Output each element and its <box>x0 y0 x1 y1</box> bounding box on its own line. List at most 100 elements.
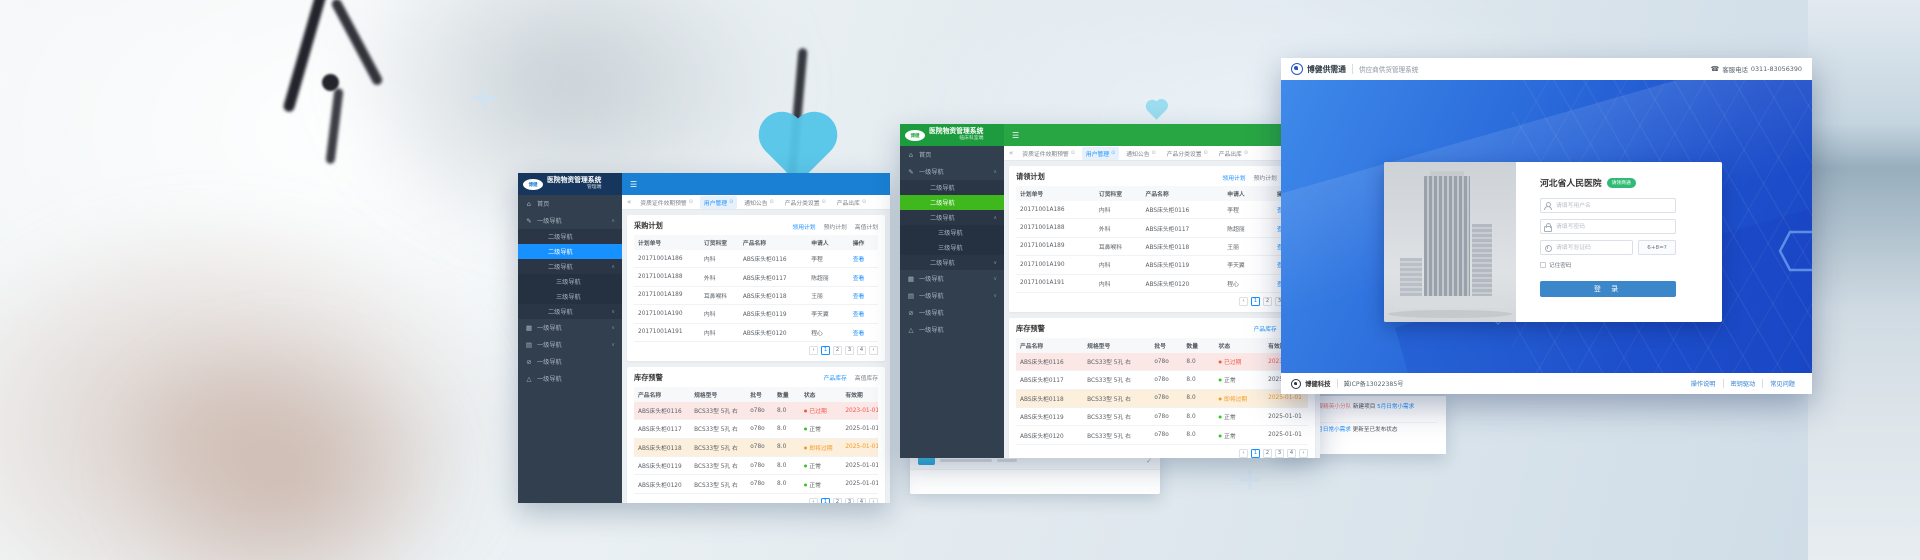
page-button[interactable]: 2 <box>1263 449 1272 458</box>
page-button[interactable]: ‹ <box>1239 297 1248 306</box>
tab-close-icon[interactable] <box>770 199 774 205</box>
sidebar-item[interactable]: 三级导航 <box>518 274 622 289</box>
sidebar-item[interactable]: 三级导航 <box>900 225 1004 240</box>
sidebar-item[interactable]: 三级导航 <box>518 289 622 304</box>
tab[interactable]: 产品出库 <box>833 196 870 209</box>
page-button[interactable]: 3 <box>845 498 854 503</box>
stock-filter-link[interactable]: 高值库存 <box>855 373 878 382</box>
tab-close-icon[interactable] <box>1204 150 1208 156</box>
captcha-input[interactable] <box>1540 240 1633 255</box>
page-button[interactable]: 2 <box>833 498 842 503</box>
company-name: 博健科技 <box>1305 379 1338 388</box>
footer-link[interactable]: 操作说明 <box>1684 379 1723 388</box>
collapse-icon[interactable] <box>1009 149 1013 157</box>
page-button[interactable]: 3 <box>845 346 854 355</box>
sidebar-item[interactable]: 二级导航 <box>900 195 1004 210</box>
page-button[interactable]: 2 <box>833 346 842 355</box>
sidebar-item[interactable]: 二级导航 <box>518 244 622 259</box>
tab[interactable]: 用户管理 <box>700 196 737 209</box>
footer-link[interactable]: 密钥驱动 <box>1723 379 1763 388</box>
tab[interactable]: 产品分类设置 <box>781 196 830 209</box>
sidebar-item[interactable]: 一级导航 <box>518 353 622 370</box>
tab-close-icon[interactable] <box>1152 150 1156 156</box>
tab[interactable]: 用户管理 <box>1082 147 1119 160</box>
sidebar-item[interactable]: 一级导航 <box>900 270 1004 287</box>
view-link[interactable]: 查看 <box>853 294 865 300</box>
captcha-question[interactable]: 6+8=? <box>1638 240 1676 255</box>
tab-close-icon[interactable] <box>1244 150 1248 156</box>
tab-close-icon[interactable] <box>1071 150 1075 156</box>
view-link[interactable]: 查看 <box>853 257 865 263</box>
sidebar-item[interactable]: 一级导航 <box>900 287 1004 304</box>
page-button[interactable]: 1 <box>821 498 830 503</box>
cell: o78o <box>746 457 773 475</box>
sidebar-item[interactable]: 一级导航 <box>518 370 622 387</box>
username-input[interactable] <box>1540 198 1676 213</box>
sidebar-item[interactable]: 二级导航 <box>900 255 1004 270</box>
stock-filter-link[interactable]: 产品库存 <box>824 373 847 382</box>
activity-target-link[interactable]: 5月日常小需求 <box>1377 404 1414 410</box>
sidebar-item[interactable]: 首页 <box>518 195 622 212</box>
cell: BCS33型 5孔 右 <box>1083 371 1150 389</box>
sidebar-item[interactable]: 一级导航 <box>518 212 622 229</box>
page-button[interactable]: 2 <box>1263 297 1272 306</box>
sidebar-item[interactable]: 二级导航 <box>900 210 1004 225</box>
tab[interactable]: 产品分类设置 <box>1163 147 1212 160</box>
page-button[interactable]: ‹ <box>1239 449 1248 458</box>
caret-icon <box>993 293 997 299</box>
sidebar-item[interactable]: 二级导航 <box>900 180 1004 195</box>
page-button[interactable]: ‹ <box>809 346 818 355</box>
sidebar-item[interactable]: 一级导航 <box>900 304 1004 321</box>
view-link[interactable]: 查看 <box>853 331 865 337</box>
tab[interactable]: 通知公告 <box>740 196 777 209</box>
view-link[interactable]: 查看 <box>853 276 865 282</box>
page-button[interactable]: 1 <box>1251 297 1260 306</box>
tab-close-icon[interactable] <box>862 199 866 205</box>
sidebar-item[interactable]: 三级导航 <box>900 240 1004 255</box>
view-link[interactable]: 查看 <box>853 312 865 318</box>
tab-close-icon[interactable] <box>822 199 826 205</box>
footer-link[interactable]: 常见问题 <box>1762 379 1802 388</box>
sidebar-item[interactable]: 一级导航 <box>900 163 1004 180</box>
status-badge: 正常 <box>1219 412 1236 421</box>
sidebar-item[interactable]: 一级导航 <box>518 336 622 353</box>
page-button[interactable]: 4 <box>857 346 866 355</box>
stock-filter-link[interactable]: 产品库存 <box>1254 324 1277 333</box>
tab[interactable]: 资质证件效期预警 <box>636 196 697 209</box>
sidebar-item[interactable]: 二级导航 <box>518 229 622 244</box>
plan-filter-link[interactable]: 预约计划 <box>1254 173 1277 182</box>
tab-close-icon[interactable] <box>689 199 693 205</box>
tab[interactable]: 通知公告 <box>1122 147 1159 160</box>
plan-filter-link[interactable]: 预约计划 <box>824 222 847 231</box>
sidebar-item-icon <box>525 324 533 332</box>
page-button[interactable]: 3 <box>1275 449 1284 458</box>
menu-toggle-icon[interactable] <box>630 180 637 189</box>
page-button[interactable]: 4 <box>857 498 866 503</box>
password-input[interactable] <box>1540 219 1676 234</box>
menu-toggle-icon[interactable] <box>1012 131 1019 140</box>
page-button[interactable]: › <box>1299 449 1308 458</box>
cell: 20171001A190 <box>634 305 700 323</box>
cell: 正常 <box>800 475 841 493</box>
page-button[interactable]: › <box>869 346 878 355</box>
plan-filter-link[interactable]: 领用计划 <box>1222 173 1245 182</box>
tab[interactable]: 产品出库 <box>1215 147 1252 160</box>
tab-close-icon[interactable] <box>729 199 733 205</box>
tab-close-icon[interactable] <box>1111 150 1115 156</box>
sidebar-item[interactable]: 二级导航 <box>518 304 622 319</box>
tab[interactable]: 资质证件效期预警 <box>1018 147 1079 160</box>
plan-filter-link[interactable]: 高值计划 <box>855 222 878 231</box>
collapse-icon[interactable] <box>627 198 631 206</box>
page-button[interactable]: 1 <box>1251 449 1260 458</box>
remember-checkbox[interactable] <box>1540 262 1546 268</box>
page-button[interactable]: 1 <box>821 346 830 355</box>
plan-filter-link[interactable]: 领用计划 <box>792 222 815 231</box>
page-button[interactable]: › <box>869 498 878 503</box>
sidebar-item[interactable]: 二级导航 <box>518 259 622 274</box>
sidebar-item[interactable]: 一级导航 <box>900 321 1004 338</box>
login-button[interactable]: 登 录 <box>1540 281 1676 297</box>
sidebar-item[interactable]: 一级导航 <box>518 319 622 336</box>
page-button[interactable]: 4 <box>1287 449 1296 458</box>
sidebar-item[interactable]: 首页 <box>900 146 1004 163</box>
page-button[interactable]: ‹ <box>809 498 818 503</box>
